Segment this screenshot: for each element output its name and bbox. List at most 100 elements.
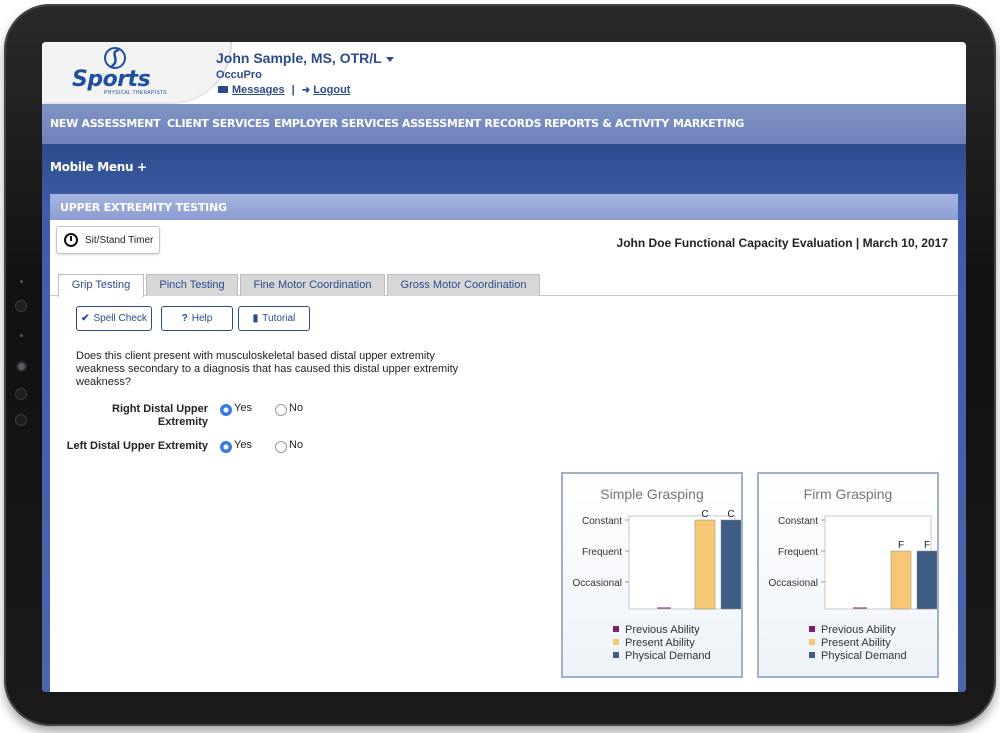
question-icon: ? [181, 313, 188, 324]
envelope-icon [218, 86, 228, 93]
bar-present [694, 519, 716, 610]
tab-fine-motor-coordination[interactable]: Fine Motor Coordination [240, 274, 385, 296]
right-no-radio[interactable] [275, 404, 287, 416]
legend-present: Present Ability [613, 637, 711, 650]
legend-swatch [613, 639, 619, 645]
tab-bar: Grip Testing Pinch Testing Fine Motor Co… [50, 272, 958, 297]
help-button[interactable]: ? Help [161, 306, 233, 331]
organization-name: OccuPro [216, 69, 262, 81]
logo-text: Sports [72, 67, 151, 92]
simple-grasping-chart: Simple Grasping Occasional Frequent Consta… [561, 472, 743, 678]
camera-icon [16, 361, 27, 372]
nav-reports-activity[interactable]: REPORTS & ACTIVITY [544, 117, 669, 130]
link-separator: | [291, 84, 295, 96]
logout-link[interactable]: Logout [313, 84, 350, 96]
y-tick-label: Occasional [769, 578, 818, 589]
y-tick-label: Frequent [778, 547, 818, 558]
data-label: F [924, 540, 930, 551]
side-button [15, 300, 27, 312]
timer-label: Sit/Stand Timer [85, 235, 154, 246]
nav-client-services[interactable]: CLIENT SERVICES [167, 117, 270, 130]
nav-new-assessment[interactable]: NEW ASSESSMENT [50, 117, 161, 130]
main-area: Mobile Menu + UPPER EXTREMITY TESTING Si… [42, 144, 966, 692]
right-no-label: No [289, 402, 304, 414]
nav-employer-services[interactable]: EMPLOYER SERVICES [274, 117, 399, 130]
legend-label: Previous Ability [625, 624, 700, 636]
side-button [15, 388, 27, 400]
tutorial-button[interactable]: ▮ Tutorial [238, 306, 310, 331]
legend-swatch [809, 639, 815, 645]
legend-present: Present Ability [809, 637, 907, 650]
legend-swatch [613, 626, 619, 632]
tab-pinch-testing[interactable]: Pinch Testing [146, 274, 238, 296]
tablet-screen: Sports PHYSICAL THERAPISTS John Sample, … [42, 42, 966, 692]
y-tick-label: Constant [778, 516, 818, 527]
caret-down-icon [385, 56, 394, 62]
left-yes-radio[interactable] [220, 441, 232, 453]
right-yes-label: Yes [234, 402, 252, 414]
firm-grasping-chart: Firm Grasping Occasional Frequent Constant… [757, 472, 939, 678]
upper-extremity-panel: UPPER EXTREMITY TESTING Sit/Stand Timer … [50, 194, 958, 692]
plot-area [824, 515, 932, 610]
logo-subtext: PHYSICAL THERAPISTS [104, 90, 167, 96]
y-tick-label: Constant [582, 516, 622, 527]
legend-previous: Previous Ability [613, 624, 711, 637]
app-header: Sports PHYSICAL THERAPISTS John Sample, … [42, 42, 966, 104]
spell-check-button[interactable]: ✔ Spell Check [76, 306, 152, 331]
bar-demand [916, 550, 937, 610]
video-icon: ▮ [252, 313, 259, 324]
y-tick-label: Occasional [573, 578, 622, 589]
data-label: C [727, 509, 734, 520]
chart-legend: Previous Ability Present Ability Physica… [613, 624, 711, 663]
y-tick-label: Frequent [582, 547, 622, 558]
sit-stand-timer-button[interactable]: Sit/Stand Timer [56, 226, 160, 254]
left-yes-label: Yes [234, 439, 252, 451]
left-no-label: No [289, 439, 304, 451]
logo[interactable]: Sports PHYSICAL THERAPISTS [42, 42, 232, 104]
left-extremity-label: Left Distal Upper Extremity [66, 440, 208, 452]
header-links: Messages | ➜ Logout [218, 84, 350, 96]
tab-gross-motor-coordination[interactable]: Gross Motor Coordination [387, 274, 540, 296]
main-nav: NEW ASSESSMENT CLIENT SERVICES EMPLOYER … [42, 104, 966, 144]
panel-title: UPPER EXTREMITY TESTING [50, 194, 958, 220]
legend-previous: Previous Ability [809, 624, 907, 637]
clock-icon [64, 233, 78, 247]
data-label: F [898, 540, 904, 551]
left-no-radio[interactable] [275, 441, 287, 453]
legend-swatch [613, 652, 619, 658]
sensor-dot [20, 334, 23, 337]
tab-grip-testing[interactable]: Grip Testing [58, 274, 144, 297]
legend-label: Physical Demand [821, 650, 907, 662]
legend-label: Present Ability [625, 637, 695, 649]
legend-swatch [809, 652, 815, 658]
right-extremity-label: Right Distal Upper Extremity [112, 403, 208, 428]
right-yes-radio[interactable] [220, 404, 232, 416]
legend-demand: Physical Demand [809, 650, 907, 663]
legend-label: Previous Ability [821, 624, 896, 636]
legend-label: Physical Demand [625, 650, 711, 662]
side-button [15, 414, 27, 426]
legend-swatch [809, 626, 815, 632]
sensor-dot [20, 280, 23, 283]
legend-label: Present Ability [821, 637, 891, 649]
user-menu[interactable]: John Sample, MS, OTR/L [216, 50, 394, 66]
chart-legend: Previous Ability Present Ability Physica… [809, 624, 907, 663]
legend-demand: Physical Demand [613, 650, 711, 663]
logout-icon: ➜ [301, 85, 311, 96]
bar-demand [720, 519, 741, 610]
plot-area [628, 515, 736, 610]
tablet-frame: Sports PHYSICAL THERAPISTS John Sample, … [4, 4, 996, 726]
data-label: C [701, 509, 708, 520]
weakness-question: Does this client present with musculoske… [76, 350, 459, 388]
evaluation-title: John Doe Functional Capacity Evaluation … [616, 236, 948, 250]
tutorial-label: Tutorial [262, 313, 296, 324]
bar-present [890, 550, 912, 610]
nav-marketing[interactable]: MARKETING [673, 117, 744, 130]
nav-assessment-records[interactable]: ASSESSMENT RECORDS [402, 117, 542, 130]
messages-link[interactable]: Messages [232, 84, 285, 96]
mobile-menu-toggle[interactable]: Mobile Menu + [50, 160, 147, 174]
user-name: John Sample, MS, OTR/L [216, 50, 382, 66]
help-label: Help [191, 313, 213, 324]
spell-check-label: Spell Check [93, 313, 147, 324]
check-icon: ✔ [81, 313, 90, 324]
